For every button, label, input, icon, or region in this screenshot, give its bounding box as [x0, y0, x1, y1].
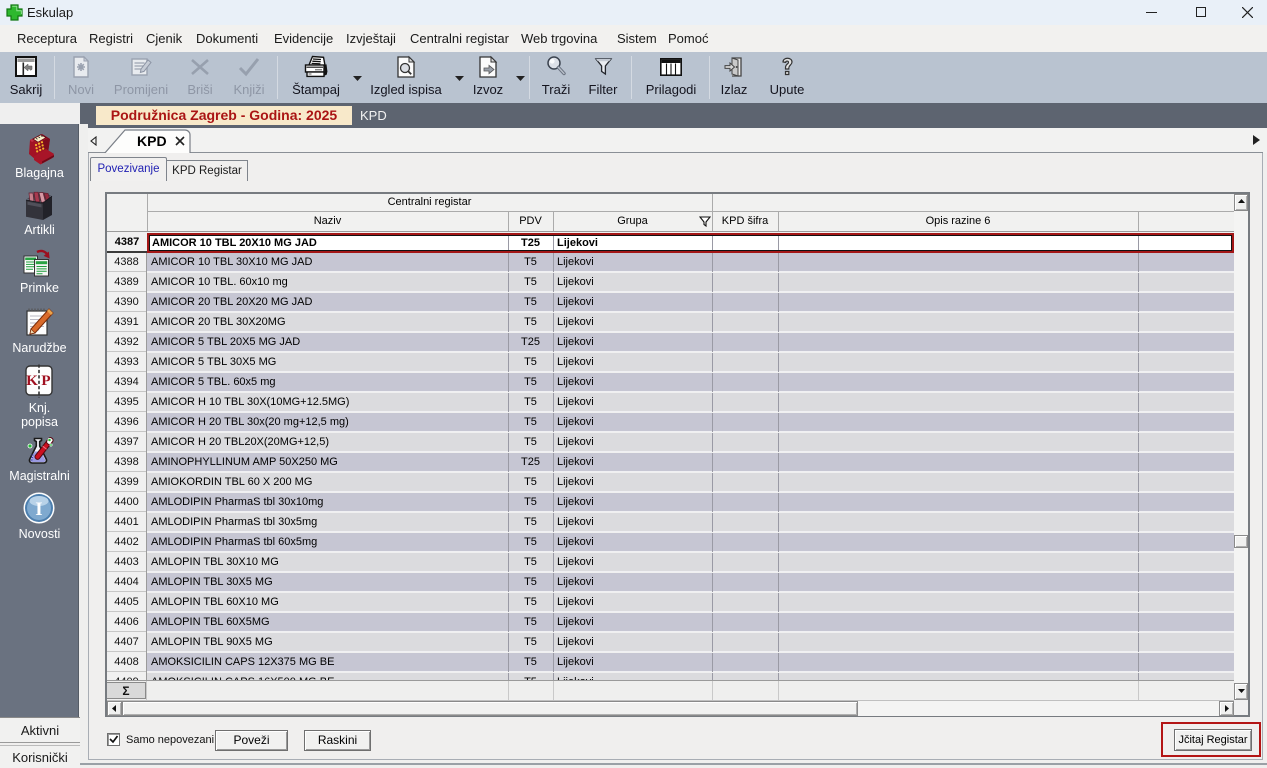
- svg-text:K: K: [26, 373, 38, 389]
- svg-text:P: P: [41, 373, 50, 389]
- svg-text:I: I: [35, 499, 42, 520]
